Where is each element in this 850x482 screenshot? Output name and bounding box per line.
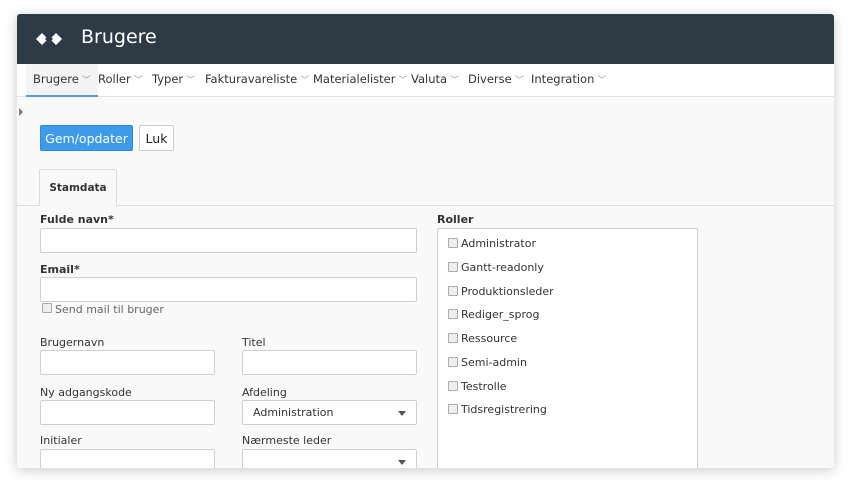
initials-label: Initialer xyxy=(40,434,82,447)
role-label: Produktionsleder xyxy=(461,285,554,298)
save-button[interactable]: Gem/opdater xyxy=(40,125,133,151)
chevron-down-icon: ﹀ xyxy=(133,76,143,86)
menu-fakturavareliste[interactable]: Fakturavareliste ﹀ xyxy=(198,64,316,97)
department-select[interactable]: Administration xyxy=(242,400,417,425)
menu-roller[interactable]: Roller ﹀ xyxy=(91,64,150,97)
chevron-down-icon: ﹀ xyxy=(597,76,607,86)
menu-label: Materialelister xyxy=(313,72,396,86)
app-window: Brugere Brugere ﹀ Roller ﹀ Typer ﹀ Fakturav… xyxy=(17,14,834,468)
menu-label: Integration xyxy=(531,72,595,86)
app-title: Brugere xyxy=(81,26,157,48)
expand-sidebar-icon[interactable] xyxy=(19,108,23,116)
tab-stamdata[interactable]: Stamdata xyxy=(39,169,117,206)
menu-typer[interactable]: Typer ﹀ xyxy=(145,64,202,97)
role-checkbox[interactable] xyxy=(448,262,458,272)
top-bar: Brugere xyxy=(17,14,834,64)
menu-valuta[interactable]: Valuta ﹀ xyxy=(404,64,466,97)
menu-brugere[interactable]: Brugere ﹀ xyxy=(26,64,98,97)
role-label: Rediger_sprog xyxy=(461,308,540,321)
role-checkbox[interactable] xyxy=(448,404,458,414)
menu-label: Diverse xyxy=(468,72,512,86)
chevron-down-icon: ﹀ xyxy=(186,76,196,86)
menu-diverse[interactable]: Diverse ﹀ xyxy=(461,64,531,97)
menu-integration[interactable]: Integration ﹀ xyxy=(524,64,613,97)
menu-label: Roller xyxy=(98,72,131,86)
menu-label: Typer xyxy=(152,72,184,86)
role-checkbox[interactable] xyxy=(448,238,458,248)
role-checkbox[interactable] xyxy=(448,309,458,319)
close-button[interactable]: Luk xyxy=(139,125,174,151)
chevron-down-icon: ﹀ xyxy=(450,76,460,86)
email-field[interactable] xyxy=(40,277,417,302)
username-label: Brugernavn xyxy=(40,336,105,349)
chevron-down-icon: ﹀ xyxy=(514,76,524,86)
roles-list: Administrator Gantt-readonly Produktions… xyxy=(437,228,698,468)
logo-icon xyxy=(36,26,62,52)
menu-materialelister[interactable]: Materialelister ﹀ xyxy=(306,64,415,97)
main-menu: Brugere ﹀ Roller ﹀ Typer ﹀ Fakturavareliste… xyxy=(17,64,834,97)
title-label: Titel xyxy=(242,336,266,349)
username-field[interactable] xyxy=(40,350,215,375)
role-checkbox[interactable] xyxy=(448,333,458,343)
role-label: Semi-admin xyxy=(461,356,527,369)
role-label: Tidsregistrering xyxy=(461,403,547,416)
full-name-label: Fulde navn* xyxy=(40,213,114,226)
roles-label: Roller xyxy=(437,213,474,226)
chevron-down-icon: ﹀ xyxy=(81,76,91,86)
menu-label: Brugere xyxy=(33,72,79,86)
role-checkbox[interactable] xyxy=(448,381,458,391)
title-field[interactable] xyxy=(242,350,417,375)
caret-down-icon xyxy=(398,460,406,465)
role-checkbox[interactable] xyxy=(448,357,458,367)
menu-label: Fakturavareliste xyxy=(205,72,298,86)
initials-field[interactable] xyxy=(40,449,215,468)
send-mail-label: Send mail til bruger xyxy=(55,303,164,316)
role-checkbox[interactable] xyxy=(448,286,458,296)
email-label: Email* xyxy=(40,263,80,276)
caret-down-icon xyxy=(398,411,406,416)
send-mail-checkbox[interactable] xyxy=(42,303,52,313)
new-password-field[interactable] xyxy=(40,400,215,425)
new-password-label: Ny adgangskode xyxy=(40,386,132,399)
manager-label: Nærmeste leder xyxy=(242,434,332,447)
full-name-field[interactable] xyxy=(40,228,417,253)
role-label: Testrolle xyxy=(461,380,507,393)
manager-select[interactable] xyxy=(242,449,417,468)
tab-divider xyxy=(17,205,834,206)
role-label: Ressource xyxy=(461,332,518,345)
department-label: Afdeling xyxy=(242,386,287,399)
role-label: Gantt-readonly xyxy=(461,261,544,274)
role-label: Administrator xyxy=(461,237,536,250)
menu-label: Valuta xyxy=(411,72,448,86)
department-selected-value: Administration xyxy=(253,406,334,419)
